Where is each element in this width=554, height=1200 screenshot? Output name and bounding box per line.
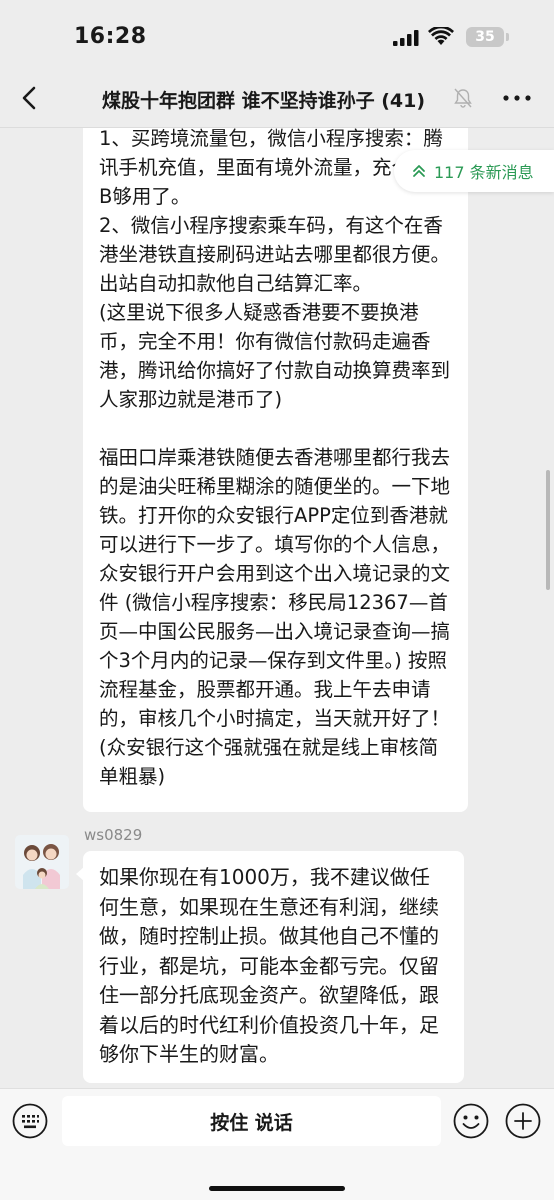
new-messages-button[interactable]: 117 条新消息	[394, 150, 554, 192]
avatar-image	[15, 835, 69, 889]
message-bubble[interactable]: 如果你现在有1000万，我不建议做任何生意，如果现在生意还有利润，继续做，随时控…	[76, 851, 464, 1083]
home-indicator	[209, 1186, 345, 1191]
emoji-icon[interactable]	[453, 1103, 489, 1139]
wifi-icon	[428, 27, 454, 45]
plus-icon[interactable]	[505, 1103, 541, 1139]
chat-nav-bar: 煤股十年抱团群 谁不坚持谁孙子 (41)	[0, 70, 554, 128]
back-icon[interactable]	[16, 84, 44, 112]
chat-message-list[interactable]: 1、买跨境流量包，微信小程序搜索：腾讯手机充值，里面有境外流量，充个几GB够用了…	[0, 128, 554, 1088]
keyboard-icon[interactable]	[12, 1103, 48, 1139]
status-bar: 16:28 35	[0, 0, 554, 70]
new-messages-label: 117 条新消息	[434, 163, 534, 182]
message-bubble[interactable]: 1、买跨境流量包，微信小程序搜索：腾讯手机充值，里面有境外流量，充个几GB够用了…	[83, 128, 468, 812]
scrollbar-thumb[interactable]	[546, 470, 550, 590]
signal-icon	[393, 30, 419, 46]
status-time: 16:28	[74, 24, 147, 49]
hold-to-talk-button[interactable]: 按住 说话	[62, 1096, 441, 1146]
chat-title: 煤股十年抱团群 谁不坚持谁孙子 (41)	[102, 90, 426, 112]
sender-avatar[interactable]	[15, 835, 69, 889]
sender-name: ws0829	[84, 826, 143, 844]
chevron-up-icon	[413, 165, 425, 177]
battery-indicator: 35	[466, 27, 504, 47]
input-bar: 按住 说话	[0, 1088, 554, 1200]
more-icon[interactable]	[502, 92, 532, 104]
mute-icon	[454, 88, 472, 108]
battery-tip	[506, 33, 509, 41]
